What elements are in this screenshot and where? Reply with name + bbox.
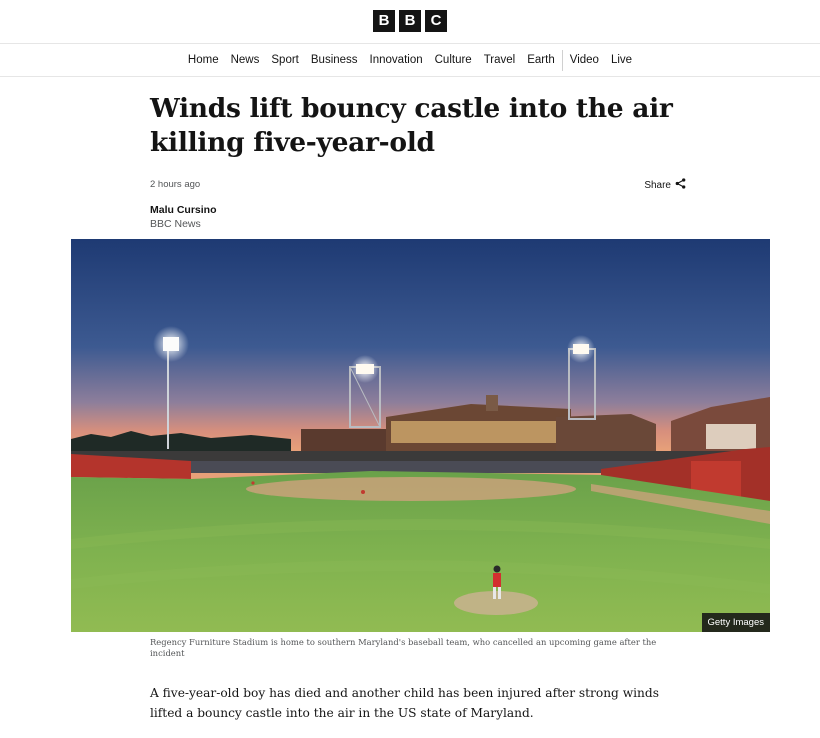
article-headline: Winds lift bouncy castle into the air ki… <box>150 93 673 158</box>
article-meta: 2 hours ago Share <box>150 174 690 204</box>
nav-item-live[interactable]: Live <box>605 44 638 76</box>
main-nav: Home News Sport Business Innovation Cult… <box>0 44 820 77</box>
stadium-photo <box>71 239 770 632</box>
article-header: Winds lift bouncy castle into the air ki… <box>150 78 690 230</box>
publisher-name: BBC News <box>150 218 201 230</box>
bbc-logo-letter: C <box>425 9 447 32</box>
image-credit: Getty Images <box>701 613 770 632</box>
nav-item-innovation[interactable]: Innovation <box>364 44 429 76</box>
bbc-logo[interactable]: B B C <box>373 9 447 32</box>
nav-item-business[interactable]: Business <box>305 44 364 76</box>
share-label: Share <box>644 179 671 191</box>
nav-item-home[interactable]: Home <box>182 44 225 76</box>
image-caption: Regency Furniture Stadium is home to sou… <box>150 637 657 658</box>
nav-item-video[interactable]: Video <box>564 44 605 76</box>
masthead: B B C <box>0 0 820 44</box>
nav-item-culture[interactable]: Culture <box>429 44 478 76</box>
byline: Malu Cursino BBC News <box>150 204 690 230</box>
nav-item-earth[interactable]: Earth <box>521 44 561 76</box>
article-timestamp: 2 hours ago <box>150 179 201 190</box>
nav-item-news[interactable]: News <box>225 44 266 76</box>
article-lede: A five-year-old boy has died and another… <box>150 686 659 720</box>
bbc-logo-letter: B <box>399 9 421 32</box>
author-name[interactable]: Malu Cursino <box>150 204 690 216</box>
bbc-logo-letter: B <box>373 9 395 32</box>
share-button[interactable]: Share <box>644 178 686 192</box>
nav-item-sport[interactable]: Sport <box>265 44 305 76</box>
share-icon <box>675 178 686 192</box>
hero-image: Getty Images <box>71 239 770 632</box>
nav-item-travel[interactable]: Travel <box>478 44 522 76</box>
nav-divider <box>561 49 563 71</box>
